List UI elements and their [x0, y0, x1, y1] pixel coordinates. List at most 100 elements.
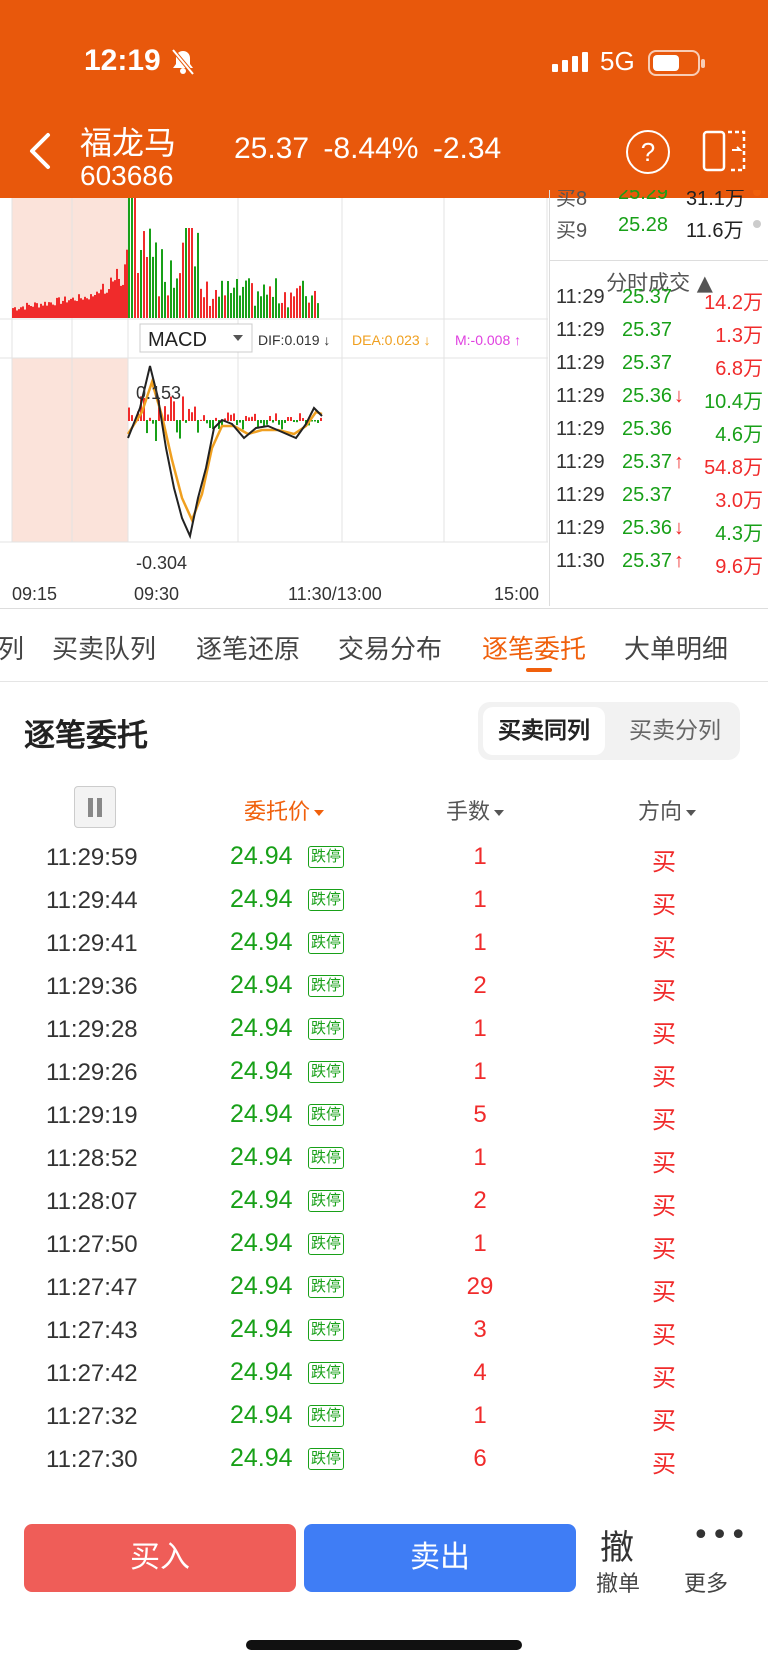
cancel-order-icon[interactable]: 撤 [600, 1520, 634, 1569]
tick-row: 11:30 25.37 ↑ 9.6万 [550, 550, 768, 584]
volume-bar [44, 301, 46, 318]
limit-down-badge: 跌停 [308, 1319, 345, 1341]
volume-bar [176, 278, 178, 318]
order-row[interactable]: 11:29:59 24.94 跌停 1 买 [0, 836, 768, 882]
order-row[interactable]: 11:29:36 24.94 跌停 2 买 [0, 965, 768, 1011]
order-direction: 买 [652, 1106, 676, 1134]
limit-down-badge: 跌停 [308, 1448, 345, 1470]
limit-down-badge: 跌停 [308, 889, 345, 911]
order-row[interactable]: 11:29:26 24.94 跌停 1 买 [0, 1051, 768, 1097]
macd-bar [146, 420, 148, 434]
volume-bar [269, 286, 271, 318]
order-direction: 买 [652, 891, 676, 919]
cancel-order-label[interactable]: 撤单 [596, 1566, 640, 1598]
view-toggle: 买卖同列 买卖分列 [478, 702, 740, 760]
order-row[interactable]: 11:28:52 24.94 跌停 1 买 [0, 1137, 768, 1183]
order-row[interactable]: 11:27:30 24.94 跌停 6 买 [0, 1438, 768, 1484]
limit-down-badge: 跌停 [308, 1276, 345, 1298]
volume-bar [230, 293, 232, 318]
tab-queue-prev[interactable]: 列 [0, 629, 24, 666]
volume-bar [311, 295, 313, 318]
tab-large-orders[interactable]: 大单明细 [624, 629, 728, 666]
tab-tick-restore[interactable]: 逐笔还原 [196, 629, 300, 666]
order-time: 11:29:44 [46, 887, 138, 914]
tab-trade-distribution[interactable]: 交易分布 [338, 629, 442, 666]
more-label[interactable]: 更多 [684, 1566, 728, 1598]
volume-bar [170, 260, 172, 318]
help-icon[interactable]: ? [626, 130, 670, 174]
buy-button[interactable]: 买入 [24, 1524, 296, 1592]
tick-price: 25.36 [622, 385, 673, 407]
bell-muted-icon [171, 48, 195, 76]
volume-bar [120, 285, 122, 318]
volume-bar [197, 232, 199, 318]
tick-price: 25.37 [622, 451, 673, 473]
network-label: 5G [600, 46, 635, 76]
order-row[interactable]: 11:27:42 24.94 跌停 4 买 [0, 1352, 768, 1398]
volume-bar [114, 280, 116, 318]
intraday-chart[interactable]: MACD DIF:0.019 ↓ DEA:0.023 ↓ M:-0.008 ↑ … [0, 198, 548, 606]
home-indicator [246, 1640, 522, 1650]
macd-bar [245, 415, 247, 421]
macd-bar [293, 420, 295, 423]
macd-bar [275, 413, 277, 421]
order-row[interactable]: 11:27:43 24.94 跌停 3 买 [0, 1309, 768, 1355]
macd-bar [287, 417, 289, 421]
order-price: 24.94 [230, 1315, 293, 1343]
bid-label: 买8 [556, 190, 588, 210]
order-qty: 29 [466, 1273, 494, 1300]
pause-icon[interactable] [74, 786, 116, 828]
volume-bar [22, 306, 24, 318]
order-row[interactable]: 11:28:07 24.94 跌停 2 买 [0, 1180, 768, 1226]
volume-bar [302, 280, 304, 318]
volume-bar [18, 309, 20, 318]
tick-row: 11:29 25.36 ↓ 4.3万 [550, 517, 768, 551]
macd-bar [254, 413, 256, 421]
order-row[interactable]: 11:29:28 24.94 跌停 1 买 [0, 1008, 768, 1054]
tab-order-by-order[interactable]: 逐笔委托 [482, 629, 586, 666]
volume-bar [102, 283, 104, 318]
tick-arrow: ↑ [674, 451, 684, 473]
order-direction: 买 [652, 1192, 676, 1220]
macd-bar [155, 420, 157, 442]
sort-price-header[interactable]: 委托价 [244, 794, 325, 826]
order-row[interactable]: 11:27:50 24.94 跌停 1 买 [0, 1223, 768, 1269]
sort-direction-header[interactable]: 方向 [638, 794, 697, 826]
layout-switch-icon[interactable] [702, 128, 748, 174]
same-column-button[interactable]: 买卖同列 [483, 707, 605, 755]
order-row[interactable]: 11:27:32 24.94 跌停 1 买 [0, 1395, 768, 1441]
order-row[interactable]: 11:27:47 24.94 跌停 29 买 [0, 1266, 768, 1312]
sell-button[interactable]: 卖出 [304, 1524, 576, 1592]
tick-arrow: ↓ [674, 517, 684, 539]
order-row[interactable]: 11:29:19 24.94 跌停 5 买 [0, 1094, 768, 1140]
volume-bar [194, 266, 196, 318]
time-label: 09:15 [12, 584, 57, 604]
macd-bar [173, 401, 175, 421]
macd-bar [242, 420, 244, 430]
order-qty: 1 [473, 1015, 487, 1042]
volume-bar [66, 302, 68, 318]
split-column-button[interactable]: 买卖分列 [614, 707, 736, 755]
order-qty: 4 [473, 1359, 487, 1386]
order-time: 11:28:07 [46, 1188, 138, 1215]
tab-order-queue[interactable]: 买卖队列 [52, 629, 156, 666]
order-row[interactable]: 11:29:44 24.94 跌停 1 买 [0, 879, 768, 925]
volume-bar [200, 288, 202, 318]
qty-header-label: 手数 [446, 800, 491, 825]
more-icon[interactable]: ••• [692, 1518, 748, 1553]
order-row[interactable]: 11:29:41 24.94 跌停 1 买 [0, 922, 768, 968]
last-price: 25.37 [234, 132, 310, 165]
section-title: 逐笔委托 [24, 718, 148, 754]
order-price: 24.94 [230, 1143, 293, 1171]
volume-bar [90, 294, 92, 318]
change-amount: -2.34 [432, 132, 502, 165]
sort-qty-header[interactable]: 手数 [446, 794, 505, 826]
back-arrow-icon[interactable] [28, 132, 52, 170]
volume-bar [14, 307, 16, 318]
order-direction: 买 [652, 1364, 676, 1392]
volume-bar [266, 294, 268, 318]
volume-bar [128, 198, 130, 318]
tick-row: 11:29 25.37 ↑ 54.8万 [550, 451, 768, 485]
volume-bar [118, 278, 120, 318]
order-price: 24.94 [230, 1272, 293, 1300]
